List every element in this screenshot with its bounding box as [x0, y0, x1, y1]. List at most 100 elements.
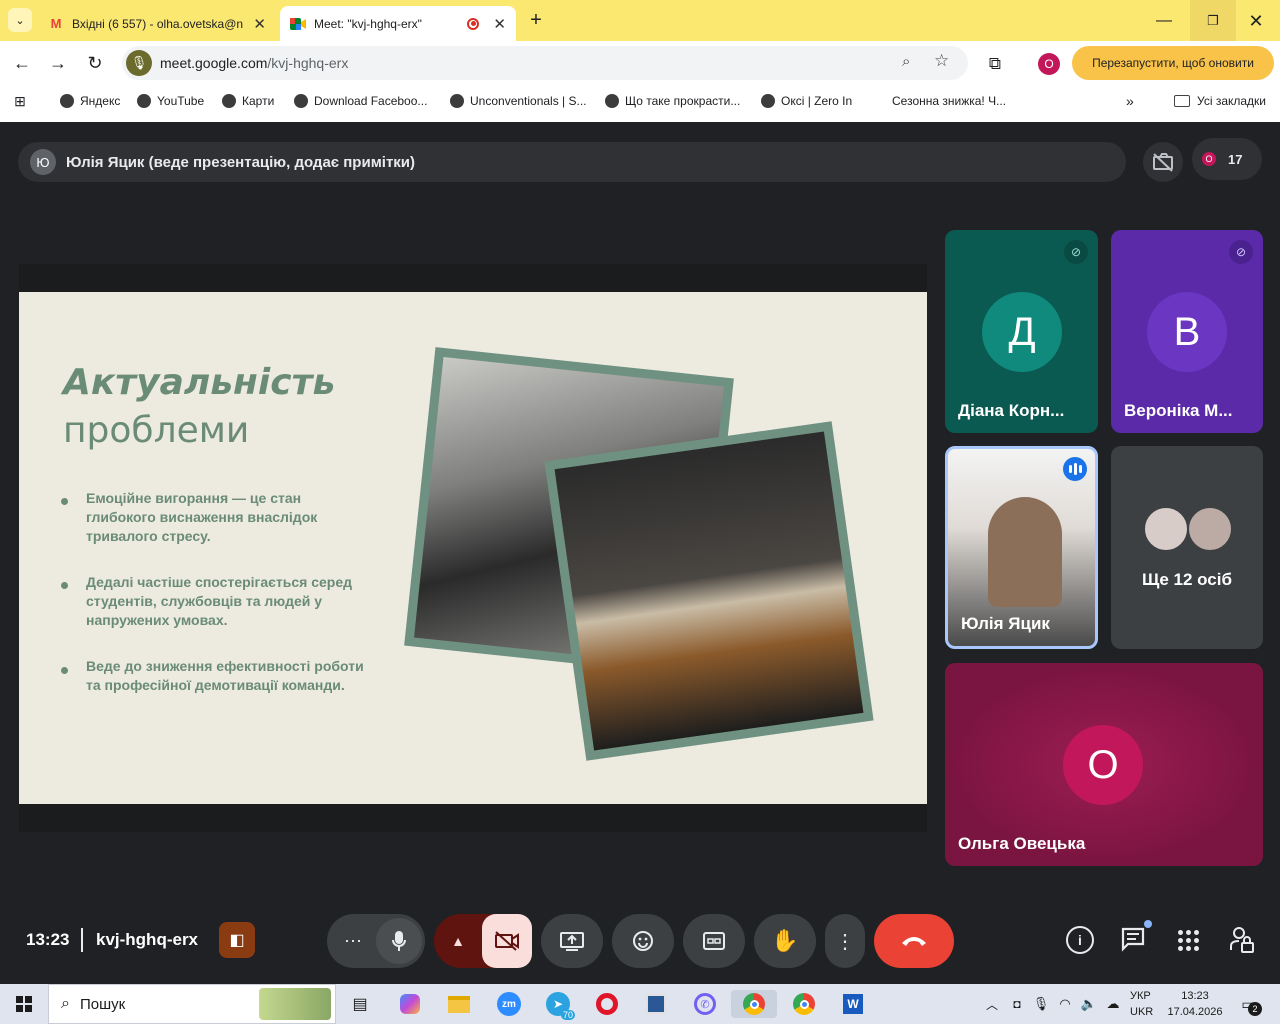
leave-call-button[interactable]: [874, 914, 954, 968]
search-placeholder: Пошук: [79, 995, 126, 1013]
wifi-icon[interactable]: ◠: [1056, 990, 1074, 1018]
viber-icon[interactable]: ✆: [690, 990, 720, 1018]
file-explorer-icon[interactable]: [444, 990, 474, 1018]
clock-date: 17.04.2026: [1167, 1006, 1223, 1018]
bookmark-star-icon[interactable]: ☆: [934, 51, 949, 71]
audio-controls-group: ⋯: [327, 914, 425, 968]
telegram-icon[interactable]: ➤ 70: [543, 990, 575, 1020]
bookmark-youtube[interactable]: YouTube: [137, 89, 204, 113]
participants-button[interactable]: O 17: [1192, 138, 1262, 180]
participant-thumb: [1187, 506, 1233, 552]
slide: Актуальність проблеми Емоційне вигорання…: [19, 292, 927, 804]
bookmark-season-sale[interactable]: Сезонна знижка! Ч...: [892, 89, 1006, 113]
close-tab-icon[interactable]: ✕: [253, 15, 266, 33]
chat-button[interactable]: [1120, 920, 1152, 954]
task-view-icon[interactable]: ▤: [345, 990, 375, 1018]
chrome-profile-icon[interactable]: [789, 990, 819, 1018]
audio-options-button[interactable]: ⋯: [330, 931, 376, 952]
presenter-avatar: Ю: [30, 149, 56, 175]
more-options-button[interactable]: ⋮: [825, 914, 865, 968]
bookmark-maps[interactable]: Карти: [222, 89, 274, 113]
notification-count: 2: [1248, 1002, 1262, 1016]
zoom-app-icon[interactable]: zm: [494, 990, 524, 1018]
host-controls-button[interactable]: [1229, 926, 1255, 954]
hide-self-view-button[interactable]: [1143, 142, 1183, 182]
bookmark-label: Unconventionals | S...: [470, 94, 587, 108]
meeting-details-button[interactable]: i: [1066, 926, 1094, 954]
self-tile[interactable]: O Ольга Овецька: [945, 663, 1263, 866]
mic-permission-icon[interactable]: 🎙: [126, 50, 152, 76]
bookmark-procrastination[interactable]: Що таке прокрасти...: [605, 89, 740, 113]
meeting-time: 13:23: [26, 930, 70, 949]
reactions-button[interactable]: [612, 914, 674, 968]
video-options-button[interactable]: ▲: [434, 933, 482, 949]
extensions-icon[interactable]: ⧉: [982, 51, 1008, 77]
tab-meet[interactable]: Meet: "kvj-hghq-erx" ✕: [280, 6, 516, 41]
raise-hand-button[interactable]: ✋: [754, 914, 816, 968]
captions-button[interactable]: [683, 914, 745, 968]
clock[interactable]: 13:23 17.04.2026: [1166, 988, 1224, 1020]
language-indicator[interactable]: УКР UKR: [1130, 988, 1160, 1020]
close-window-button[interactable]: ✕: [1238, 6, 1274, 36]
globe-icon: [605, 94, 619, 108]
search-highlight-image: [259, 988, 331, 1020]
bookmark-yandex[interactable]: Яндекс: [60, 89, 120, 113]
relaunch-update-button[interactable]: Перезапустити, щоб оновити: [1072, 46, 1274, 80]
word-icon[interactable]: W: [838, 990, 868, 1018]
activities-button[interactable]: [1176, 928, 1200, 952]
tab-search-button[interactable]: ⌄: [8, 8, 32, 32]
tab-gmail[interactable]: M Вхідні (6 557) - olha.ovetska@n ✕: [38, 6, 276, 41]
bookmark-label: Карти: [242, 94, 275, 108]
forward-button[interactable]: →: [46, 51, 70, 75]
participant-tile-speaking[interactable]: Юлія Яцик: [945, 446, 1098, 649]
bookmark-oksi[interactable]: Оксі | Zero In: [761, 89, 852, 113]
presenter-bar: Ю Юлія Яцик (веде презентацію, додає при…: [18, 142, 1126, 182]
new-tab-button[interactable]: +: [524, 8, 548, 32]
recording-icon: [467, 17, 480, 30]
slide-bullet: Дедалі частіше спостерігається серед сту…: [86, 574, 352, 628]
close-tab-icon[interactable]: ✕: [493, 15, 506, 33]
save-disk-icon[interactable]: [641, 990, 671, 1018]
profile-avatar[interactable]: O: [1038, 53, 1060, 75]
notification-center-icon[interactable]: ▭ 2: [1236, 990, 1262, 1018]
camera-button[interactable]: [482, 914, 532, 968]
restore-button[interactable]: ❐: [1190, 0, 1236, 41]
chrome-active-icon[interactable]: [731, 990, 777, 1018]
participant-tile[interactable]: ⊘ Д Діана Корн...: [945, 230, 1098, 433]
tray-camera-icon[interactable]: ◘: [1008, 990, 1026, 1018]
start-button[interactable]: [10, 990, 38, 1018]
taskbar-search[interactable]: ⌕ Пошук: [48, 984, 336, 1024]
onedrive-icon[interactable]: ☁: [1104, 990, 1122, 1018]
apps-icon[interactable]: ⊞: [10, 91, 30, 111]
bookmark-unconventionals[interactable]: Unconventionals | S...: [450, 89, 587, 113]
participant-avatar: Д: [982, 292, 1062, 372]
more-participants-tile[interactable]: Ще 12 осіб: [1111, 446, 1263, 649]
tab-title: Meet: "kvj-hghq-erx": [314, 16, 422, 31]
bookmark-download-facebook[interactable]: Download Faceboo...: [294, 89, 427, 113]
address-bar[interactable]: 🎙 meet.google.com/kvj-hghq-erx ⌕ ☆: [122, 46, 968, 80]
participant-mini-avatar: O: [1202, 152, 1216, 166]
globe-icon: [137, 94, 151, 108]
copilot-icon[interactable]: [395, 990, 425, 1018]
reload-button[interactable]: ↻: [83, 51, 107, 75]
slide-bullet: Веде до зниження ефективності роботи та …: [86, 658, 364, 693]
participant-video: [988, 497, 1062, 607]
all-bookmarks-button[interactable]: Усі закладки: [1174, 89, 1266, 113]
bullet-dot: [61, 582, 68, 589]
microphone-button[interactable]: [376, 918, 422, 964]
opera-icon[interactable]: [592, 990, 622, 1018]
participant-avatar: В: [1147, 292, 1227, 372]
present-screen-button[interactable]: [541, 914, 603, 968]
tray-mic-icon[interactable]: 🎙: [1032, 990, 1050, 1018]
volume-icon[interactable]: 🔈: [1080, 990, 1098, 1018]
slide-title-rest: проблеми: [63, 410, 250, 451]
participant-tile[interactable]: ⊘ В Вероніка М...: [1111, 230, 1263, 433]
room-icon[interactable]: ◧: [219, 922, 255, 958]
tray-overflow-icon[interactable]: ︿: [984, 990, 1000, 1018]
more-bookmarks-button[interactable]: »: [1126, 89, 1134, 113]
globe-icon: [294, 94, 308, 108]
back-button[interactable]: ←: [10, 51, 34, 75]
language-secondary: UKR: [1130, 1006, 1154, 1018]
minimize-button[interactable]: —: [1146, 6, 1182, 36]
zoom-icon[interactable]: ⌕: [902, 53, 910, 70]
